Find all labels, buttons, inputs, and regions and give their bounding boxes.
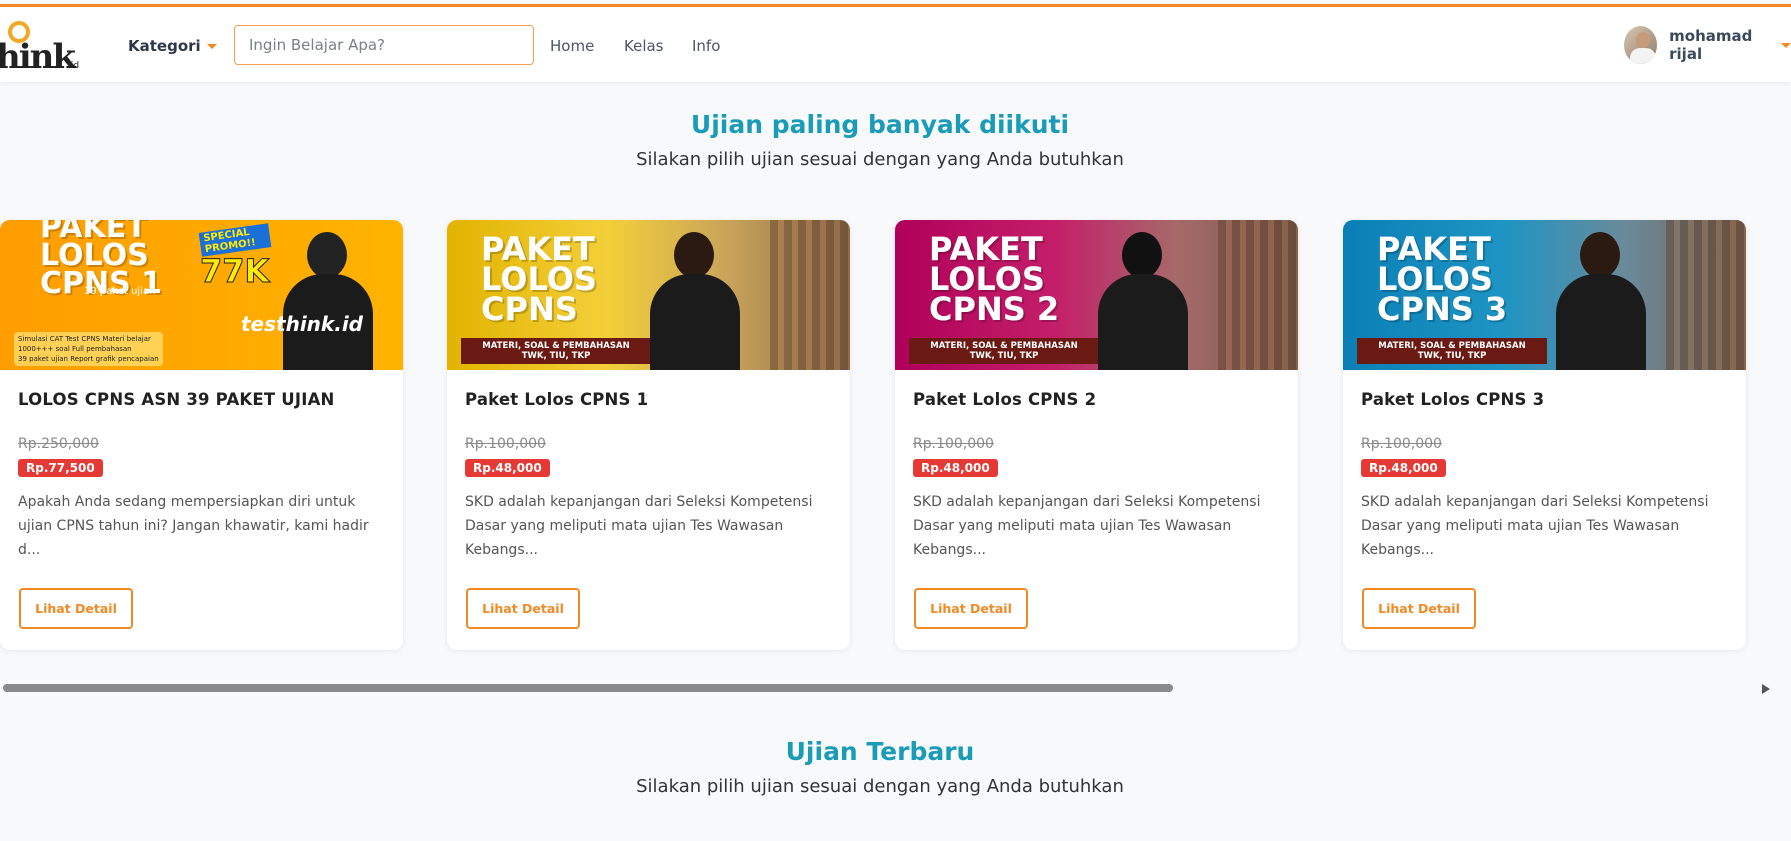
lihat-detail-button[interactable]: Lihat Detail — [466, 588, 580, 629]
bookshelf-bg — [770, 220, 850, 370]
discount-price-badge: Rp.77,500 — [18, 459, 103, 477]
banner-strip: MATERI, SOAL & PEMBAHASAN TWK, TIU, TKP — [1357, 338, 1547, 364]
banner-strip: MATERI, SOAL & PEMBAHASAN TWK, TIU, TKP — [909, 338, 1099, 364]
nav-info[interactable]: Info — [692, 37, 720, 55]
top-navbar: hink .id Kategori Home Kelas Info mohama… — [0, 4, 1791, 82]
nav-home[interactable]: Home — [550, 37, 594, 55]
card-description: SKD adalah kepanjangan dari Seleksi Komp… — [913, 494, 1261, 558]
horizontal-scrollbar[interactable] — [0, 681, 1791, 695]
card-title[interactable]: Paket Lolos CPNS 2 — [913, 390, 1096, 409]
model-photo — [1556, 224, 1646, 370]
caret-down-icon — [1781, 42, 1791, 48]
card-banner-image[interactable]: PAKET LOLOS CPNS 3 MATERI, SOAL & PEMBAH… — [1343, 220, 1746, 370]
discount-price-badge: Rp.48,000 — [1361, 459, 1446, 477]
site-logo[interactable]: hink .id — [0, 21, 80, 77]
bookshelf-bg — [1218, 220, 1298, 370]
promo-badge: SPECIAL PROMO!! 77K — [198, 223, 272, 291]
user-menu[interactable]: mohamad rijal — [1624, 25, 1791, 65]
banner-title: PAKET LOLOS CPNS 2 — [929, 230, 1060, 328]
exam-card: PAKET LOLOS CPNS 3 MATERI, SOAL & PEMBAH… — [1343, 220, 1746, 650]
banner-title: PAKET LOLOS CPNS 3 — [1377, 230, 1508, 328]
search-input[interactable] — [234, 25, 534, 65]
lihat-detail-button[interactable]: Lihat Detail — [1362, 588, 1476, 629]
card-title[interactable]: LOLOS CPNS ASN 39 PAKET UJIAN — [18, 390, 335, 409]
exam-card: PAKET LOLOS CPNS 1 39 paket ujian SPECIA… — [0, 220, 403, 650]
nav-kelas[interactable]: Kelas — [624, 37, 664, 55]
bookshelf-bg — [1666, 220, 1746, 370]
banner-title: PAKET LOLOS CPNS — [481, 230, 597, 328]
card-banner-image[interactable]: PAKET LOLOS CPNS MATERI, SOAL & PEMBAHAS… — [447, 220, 850, 370]
popular-section-title: Ujian paling banyak diikuti — [690, 110, 1070, 139]
user-name: mohamad rijal — [1669, 27, 1753, 63]
model-photo — [283, 224, 373, 370]
promo-price: 77K — [200, 252, 270, 291]
exam-card: PAKET LOLOS CPNS 2 MATERI, SOAL & PEMBAH… — [895, 220, 1298, 650]
banner-subtitle: 39 paket ujian — [84, 286, 156, 297]
avatar — [1624, 26, 1658, 64]
logo-text: hink — [0, 37, 76, 77]
tshirt-text: testhink.id — [241, 312, 363, 336]
lihat-detail-button[interactable]: Lihat Detail — [914, 588, 1028, 629]
exam-card: PAKET LOLOS CPNS MATERI, SOAL & PEMBAHAS… — [447, 220, 850, 650]
old-price: Rp.100,000 — [465, 436, 546, 452]
model-photo — [1098, 224, 1188, 370]
discount-price-badge: Rp.48,000 — [465, 459, 550, 477]
discount-price-badge: Rp.48,000 — [913, 459, 998, 477]
card-title[interactable]: Paket Lolos CPNS 3 — [1361, 390, 1544, 409]
card-banner-image[interactable]: PAKET LOLOS CPNS 2 MATERI, SOAL & PEMBAH… — [895, 220, 1298, 370]
banner-strip: MATERI, SOAL & PEMBAHASAN TWK, TIU, TKP — [461, 338, 651, 364]
caret-down-icon — [206, 44, 217, 49]
old-price: Rp.100,000 — [1361, 436, 1442, 452]
card-description: SKD adalah kepanjangan dari Seleksi Komp… — [465, 494, 813, 558]
feature-checklist: Simulasi CAT Test CPNS Materi belajar 10… — [14, 332, 163, 366]
logo-tld: .id — [68, 61, 80, 71]
latest-section-subtitle: Silakan pilih ujian sesuai dengan yang A… — [636, 776, 1124, 797]
kategori-label: Kategori — [128, 37, 201, 55]
latest-section-title: Ujian Terbaru — [785, 737, 975, 766]
card-description: SKD adalah kepanjangan dari Seleksi Komp… — [1361, 494, 1709, 558]
model-photo — [650, 224, 740, 370]
scroll-right-arrow-icon[interactable] — [1762, 684, 1770, 694]
card-description: Apakah Anda sedang mempersiapkan diri un… — [18, 494, 369, 558]
popular-section-subtitle: Silakan pilih ujian sesuai dengan yang A… — [636, 149, 1124, 170]
lihat-detail-button[interactable]: Lihat Detail — [19, 588, 133, 629]
kategori-dropdown[interactable]: Kategori — [128, 37, 217, 55]
old-price: Rp.100,000 — [913, 436, 994, 452]
scrollbar-thumb[interactable] — [3, 684, 1173, 692]
card-banner-image[interactable]: PAKET LOLOS CPNS 1 39 paket ujian SPECIA… — [0, 220, 403, 370]
old-price: Rp.250,000 — [18, 436, 99, 452]
card-title[interactable]: Paket Lolos CPNS 1 — [465, 390, 648, 409]
